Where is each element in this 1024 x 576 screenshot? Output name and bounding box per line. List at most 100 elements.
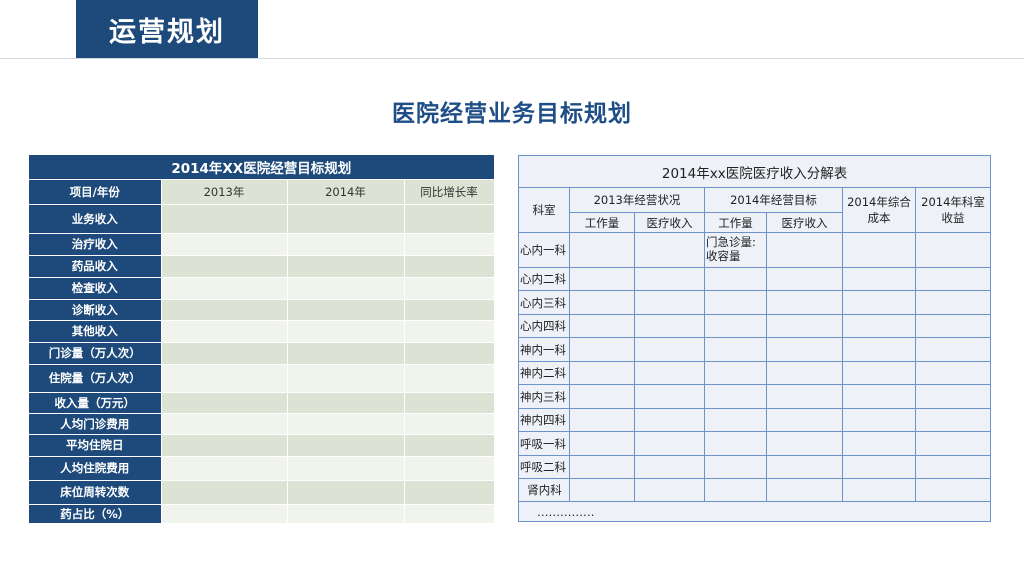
table-row: 神内一科 (518, 337, 992, 362)
value-cell (914, 455, 992, 479)
table-row: 人均门诊费用 (29, 413, 495, 435)
column-group-2014: 2014年经营目标 (704, 187, 843, 213)
table-row: 住院量（万人次） (29, 364, 495, 393)
column-header-2013: 2013年 (161, 179, 288, 205)
value-cell (704, 478, 767, 502)
target-note-cell: 门急诊量: 收容量 (704, 232, 767, 268)
value-cell (287, 233, 405, 256)
value-cell (161, 320, 288, 343)
value-cell (569, 478, 635, 502)
row-label: 床位周转次数 (29, 480, 162, 505)
value-cell (766, 314, 843, 338)
value-cell (404, 299, 495, 321)
value-cell (161, 204, 288, 234)
value-cell (287, 204, 405, 234)
value-cell (161, 299, 288, 321)
row-label: 神内三科 (518, 384, 570, 409)
column-header-item: 项目/年份 (29, 179, 162, 205)
row-label: 收入量（万元） (29, 392, 162, 414)
right-table-title: 2014年xx医院医疗收入分解表 (517, 155, 992, 188)
value-cell (404, 233, 495, 256)
value-cell (404, 320, 495, 343)
row-label: 业务收入 (29, 204, 162, 234)
value-cell (842, 290, 916, 315)
value-cell (404, 364, 495, 393)
value-cell (404, 434, 495, 457)
value-cell (766, 478, 843, 502)
left-table-title: 2014年XX医院经营目标规划 (29, 155, 495, 180)
value-cell (766, 361, 843, 385)
value-cell (842, 431, 916, 456)
value-cell (404, 504, 495, 524)
value-cell (634, 455, 705, 479)
value-cell (766, 408, 843, 432)
value-cell (914, 290, 992, 315)
value-cell (634, 267, 705, 291)
value-cell (914, 431, 992, 456)
value-cell (842, 478, 916, 502)
row-label: 诊断收入 (29, 299, 162, 321)
row-label: 呼吸二科 (518, 455, 570, 479)
row-label: 心内四科 (518, 314, 570, 338)
column-header-growth: 同比增长率 (404, 179, 495, 205)
value-cell (569, 337, 635, 362)
table-row: 其他收入 (29, 320, 495, 343)
value-cell (569, 314, 635, 338)
column-header-2014: 2014年 (287, 179, 405, 205)
table-row: 神内四科 (518, 408, 992, 432)
table-row: …………… (517, 501, 992, 522)
value-cell (634, 431, 705, 456)
page-title: 医院经营业务目标规划 (392, 101, 632, 127)
row-label: 心内二科 (518, 267, 570, 291)
table-row: 神内三科 (518, 384, 992, 409)
value-cell (161, 434, 288, 457)
value-cell (404, 255, 495, 278)
table-row: 心内三科 (518, 290, 992, 315)
table-row: 药占比（%） (29, 504, 495, 524)
table-row: 床位周转次数 (29, 480, 495, 505)
table-row: 心内二科 (518, 267, 992, 291)
value-cell (404, 204, 495, 234)
value-cell (704, 337, 767, 362)
row-label: 神内一科 (518, 337, 570, 362)
value-cell (404, 392, 495, 414)
value-cell (287, 364, 405, 393)
value-cell (634, 337, 705, 362)
row-label: 人均门诊费用 (29, 413, 162, 435)
value-cell (161, 342, 288, 365)
value-cell (569, 232, 635, 268)
row-label: 其他收入 (29, 320, 162, 343)
row-label: 检查收入 (29, 277, 162, 300)
row-label: 神内四科 (518, 408, 570, 432)
value-cell (161, 413, 288, 435)
section-tab: 运营规划 (76, 0, 258, 58)
value-cell (842, 384, 916, 409)
row-label: 心内三科 (518, 290, 570, 315)
row-label: 药占比（%） (29, 504, 162, 524)
value-cell (914, 337, 992, 362)
income-breakdown-table: 2014年xx医院医疗收入分解表 科室 2013年经营状况 2014年经营目标 … (517, 155, 992, 522)
value-cell (634, 314, 705, 338)
row-label: 平均住院日 (29, 434, 162, 457)
row-label: 肾内科 (518, 478, 570, 502)
value-cell (766, 267, 843, 291)
value-cell (766, 384, 843, 409)
value-cell (842, 408, 916, 432)
table-row: 神内二科 (518, 361, 992, 385)
value-cell (766, 431, 843, 456)
value-cell (914, 384, 992, 409)
value-cell (287, 392, 405, 414)
value-cell (569, 384, 635, 409)
column-group-2013: 2013年经营状况 (569, 187, 705, 213)
value-cell (842, 455, 916, 479)
table-row: 诊断收入 (29, 299, 495, 321)
value-cell (287, 504, 405, 524)
table-row: 门诊量（万人次） (29, 342, 495, 365)
value-cell (287, 320, 405, 343)
row-label: 呼吸一科 (518, 431, 570, 456)
value-cell (569, 290, 635, 315)
table-row: 人均住院费用 (29, 456, 495, 481)
value-cell (842, 267, 916, 291)
value-cell (634, 408, 705, 432)
operating-targets-table: 2014年XX医院经营目标规划 项目/年份 2013年 2014年 同比增长率 … (29, 155, 495, 524)
